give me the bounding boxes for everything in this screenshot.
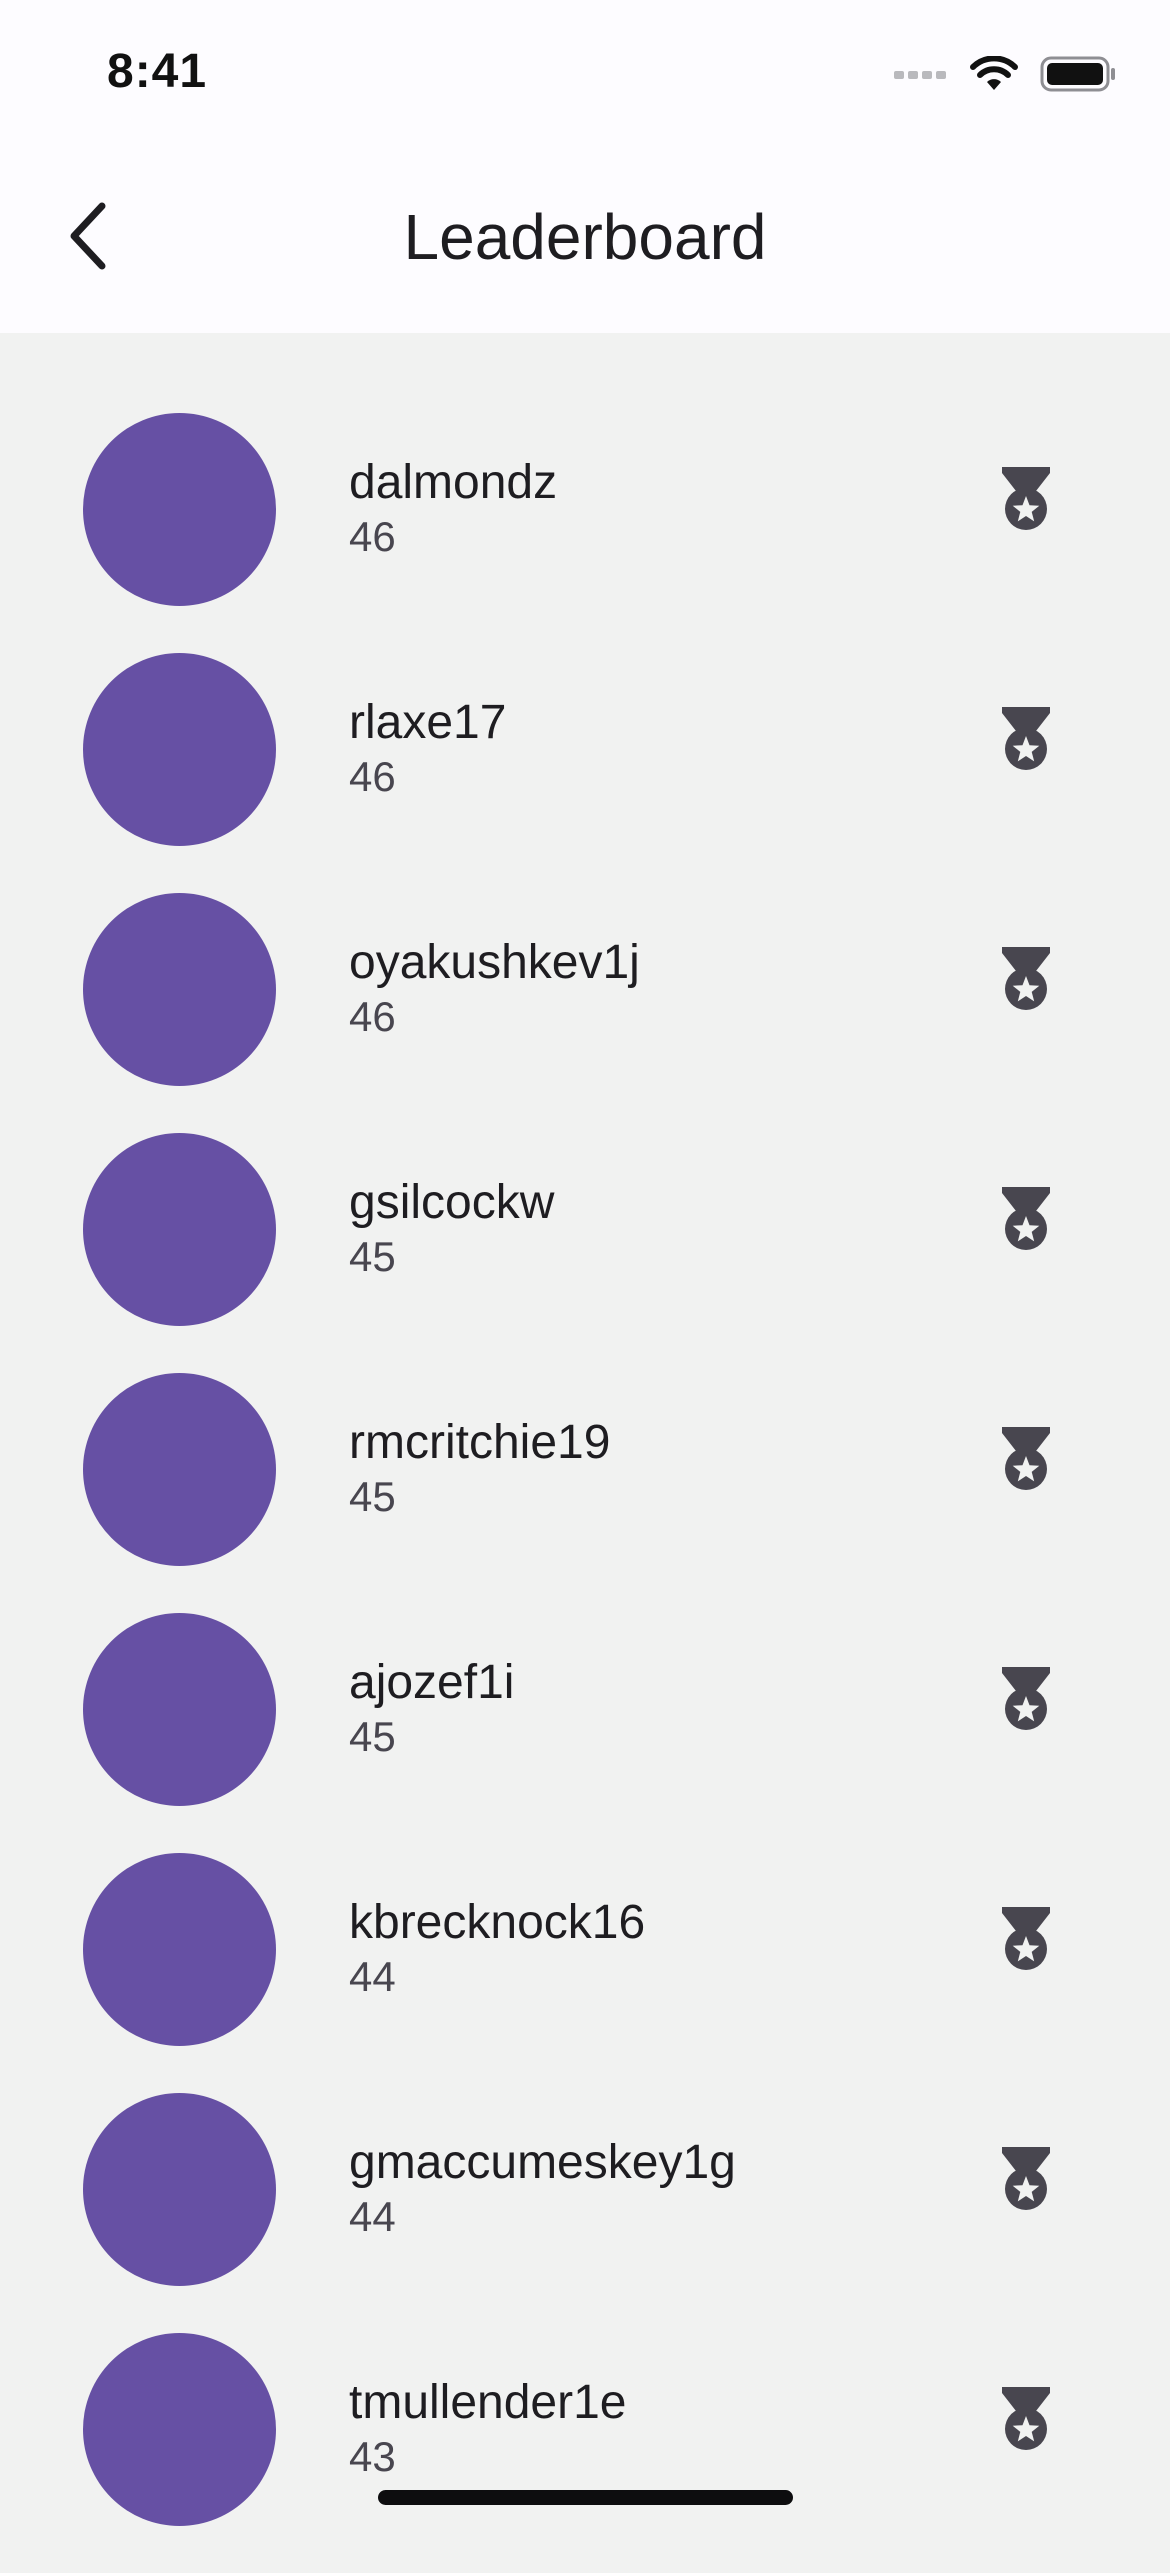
- leaderboard-list: dalmondz 46 rlaxe17 46 oyakushkev1j 46 g…: [0, 333, 1170, 2573]
- score: 44: [349, 2193, 396, 2240]
- score: 46: [349, 993, 396, 1040]
- medal-icon[interactable]: [996, 2387, 1056, 2451]
- leaderboard-row[interactable]: gsilcockw 45: [0, 1133, 1170, 1373]
- score: 45: [349, 1713, 396, 1760]
- username: rlaxe17: [349, 696, 507, 749]
- avatar: [83, 2333, 276, 2526]
- username: dalmondz: [349, 456, 558, 509]
- leaderboard-row[interactable]: gmaccumeskey1g 44: [0, 2093, 1170, 2333]
- top-app-bar: Leaderboard: [0, 140, 1170, 333]
- username: tmullender1e: [349, 2376, 627, 2429]
- medal-icon[interactable]: [996, 1667, 1056, 1731]
- leaderboard-row[interactable]: dalmondz 46: [0, 413, 1170, 653]
- leaderboard-row[interactable]: oyakushkev1j 46: [0, 893, 1170, 1133]
- score: 46: [349, 753, 396, 800]
- medal-icon[interactable]: [996, 1907, 1056, 1971]
- medal-icon[interactable]: [996, 707, 1056, 771]
- username: gmaccumeskey1g: [349, 2136, 736, 2189]
- leaderboard-row[interactable]: rlaxe17 46: [0, 653, 1170, 893]
- score: 44: [349, 1953, 396, 2000]
- avatar: [83, 2093, 276, 2286]
- username: gsilcockw: [349, 1176, 555, 1229]
- username: ajozef1i: [349, 1656, 515, 1709]
- avatar: [83, 653, 276, 846]
- leaderboard-row[interactable]: tmullender1e 43: [0, 2333, 1170, 2573]
- medal-icon[interactable]: [996, 2147, 1056, 2211]
- medal-icon[interactable]: [996, 467, 1056, 531]
- avatar: [83, 1373, 276, 1566]
- score: 43: [349, 2433, 396, 2480]
- page-title: Leaderboard: [403, 201, 767, 273]
- leaderboard-row[interactable]: ajozef1i 45: [0, 1613, 1170, 1853]
- avatar: [83, 893, 276, 1086]
- medal-icon[interactable]: [996, 1427, 1056, 1491]
- leaderboard-row[interactable]: kbrecknock16 44: [0, 1853, 1170, 2093]
- avatar: [83, 413, 276, 606]
- username: kbrecknock16: [349, 1896, 646, 1949]
- avatar: [83, 1853, 276, 2046]
- avatar: [83, 1613, 276, 1806]
- score: 45: [349, 1473, 396, 1520]
- status-icons: [894, 52, 1116, 96]
- avatar: [83, 1133, 276, 1326]
- score: 46: [349, 513, 396, 560]
- score: 45: [349, 1233, 396, 1280]
- status-bar: 8:41: [0, 0, 1170, 140]
- medal-icon[interactable]: [996, 1187, 1056, 1251]
- home-indicator[interactable]: [378, 2490, 793, 2505]
- status-time: 8:41: [107, 45, 208, 98]
- medal-icon[interactable]: [996, 947, 1056, 1011]
- wifi-icon: [970, 56, 1018, 90]
- leaderboard-row[interactable]: rmcritchie19 45: [0, 1373, 1170, 1613]
- battery-icon: [1040, 56, 1115, 92]
- signal-icon: [894, 71, 946, 79]
- username: oyakushkev1j: [349, 936, 640, 989]
- username: rmcritchie19: [349, 1416, 611, 1469]
